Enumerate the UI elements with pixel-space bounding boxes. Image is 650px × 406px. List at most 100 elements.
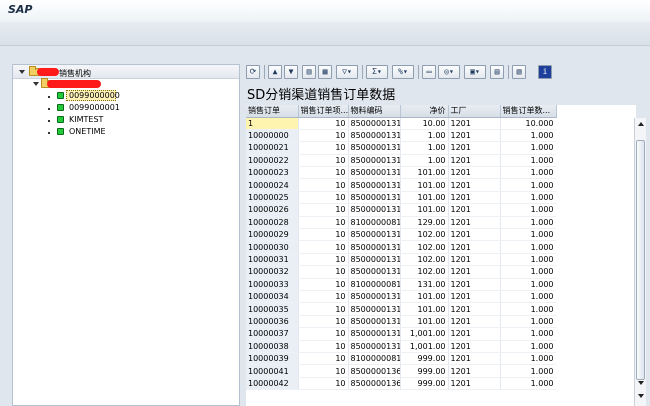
- find-next-icon[interactable]: ▦: [318, 65, 332, 79]
- cell-material[interactable]: 8500000131: [348, 117, 401, 130]
- cell-order-item[interactable]: 10: [298, 253, 349, 267]
- cell-net-price[interactable]: 101.00: [400, 166, 449, 180]
- table-row[interactable]: 10000038 10 8500000131 1,001.00 1201 1.000: [246, 340, 557, 353]
- sales-order-grid[interactable]: 销售订单 销售订单项... 物料编码 净价 工厂 销售订单数... 1 10 850…: [246, 105, 636, 406]
- cell-sales-order[interactable]: 10000037: [246, 327, 299, 341]
- scroll-end-icon[interactable]: [638, 394, 644, 398]
- export-icon[interactable]: ▣▾: [464, 65, 486, 79]
- tree-root-label[interactable]: 销售机构: [59, 68, 91, 79]
- cell-order-qty[interactable]: 1.000: [500, 278, 557, 291]
- cell-order-qty[interactable]: 1.000: [500, 191, 557, 205]
- cell-material[interactable]: 8500000131: [348, 178, 401, 192]
- cell-net-price[interactable]: 1.00: [400, 129, 449, 143]
- table-row[interactable]: 10000000 10 8500000131 1.00 1201 1.000: [246, 129, 557, 143]
- cell-order-item[interactable]: 10: [298, 352, 349, 366]
- table-row[interactable]: 10000037 10 8500000131 1,001.00 1201 1.000: [246, 327, 557, 341]
- table-row[interactable]: 10000042 10 8500000136 999.00 1201 1.000: [246, 377, 557, 391]
- cell-plant[interactable]: 1201: [448, 178, 501, 192]
- sum-icon[interactable]: Σ▾: [366, 65, 388, 79]
- cell-plant[interactable]: 1201: [448, 290, 501, 304]
- cell-net-price[interactable]: 101.00: [400, 315, 449, 329]
- cell-sales-order[interactable]: 10000021: [246, 141, 299, 155]
- cell-plant[interactable]: 1201: [448, 129, 501, 143]
- scroll-thumb[interactable]: [636, 140, 645, 380]
- cell-material[interactable]: 8500000131: [348, 166, 401, 180]
- cell-plant[interactable]: 1201: [448, 253, 501, 267]
- table-row[interactable]: 1 10 8500000131 10.00 1201 10.000: [246, 117, 557, 130]
- cell-material[interactable]: 8500000131: [348, 253, 401, 267]
- cell-plant[interactable]: 1201: [448, 340, 501, 353]
- cell-net-price[interactable]: 1,001.00: [400, 340, 449, 353]
- cell-order-item[interactable]: 10: [298, 340, 349, 353]
- cell-sales-order[interactable]: 10000041: [246, 364, 299, 378]
- cell-plant[interactable]: 1201: [448, 315, 501, 329]
- cell-plant[interactable]: 1201: [448, 117, 501, 130]
- find-icon[interactable]: ▥: [302, 65, 316, 79]
- cell-net-price[interactable]: 102.00: [400, 240, 449, 254]
- filter-icon[interactable]: ▼: [284, 65, 298, 79]
- cell-order-item[interactable]: 10: [298, 290, 349, 304]
- scroll-down-icon[interactable]: [638, 381, 644, 385]
- cell-sales-order[interactable]: 10000023: [246, 166, 299, 180]
- print-icon[interactable]: ▭: [422, 65, 436, 79]
- cell-material[interactable]: 8500000131: [348, 302, 401, 316]
- cell-sales-order[interactable]: 10000034: [246, 290, 299, 304]
- cell-material[interactable]: 8500000131: [348, 141, 401, 155]
- tree-item[interactable]: KIMTEST: [69, 115, 103, 124]
- cell-plant[interactable]: 1201: [448, 191, 501, 205]
- cell-net-price[interactable]: 10.00: [400, 117, 449, 130]
- cell-order-qty[interactable]: 1.000: [500, 166, 557, 180]
- table-row[interactable]: 10000021 10 8500000131 1.00 1201 1.000: [246, 141, 557, 155]
- cell-plant[interactable]: 1201: [448, 327, 501, 341]
- expand-node-icon[interactable]: [33, 82, 39, 86]
- col-header-sales-order[interactable]: 销售订单: [246, 105, 299, 118]
- cell-order-item[interactable]: 10: [298, 315, 349, 329]
- cell-order-qty[interactable]: 1.000: [500, 216, 557, 230]
- cell-material[interactable]: 8500000131: [348, 240, 401, 254]
- select-layout-icon[interactable]: ▧: [512, 65, 526, 79]
- cell-order-qty[interactable]: 1.000: [500, 178, 557, 192]
- cell-net-price[interactable]: 101.00: [400, 203, 449, 217]
- cell-net-price[interactable]: 101.00: [400, 290, 449, 304]
- cell-material[interactable]: 8500000136: [348, 364, 401, 378]
- col-header-order-item[interactable]: 销售订单项...: [298, 105, 349, 118]
- cell-plant[interactable]: 1201: [448, 166, 501, 180]
- cell-order-qty[interactable]: 1.000: [500, 154, 557, 168]
- cell-order-item[interactable]: 10: [298, 327, 349, 341]
- cell-order-qty[interactable]: 1.000: [500, 228, 557, 242]
- cell-order-qty[interactable]: 1.000: [500, 377, 557, 391]
- cell-sales-order[interactable]: 10000029: [246, 228, 299, 242]
- cell-plant[interactable]: 1201: [448, 302, 501, 316]
- cell-material[interactable]: 8500000131: [348, 290, 401, 304]
- cell-order-item[interactable]: 10: [298, 191, 349, 205]
- cell-order-item[interactable]: 10: [298, 154, 349, 168]
- cell-plant[interactable]: 1201: [448, 203, 501, 217]
- table-row[interactable]: 10000026 10 8500000131 101.00 1201 1.000: [246, 203, 557, 217]
- cell-order-qty[interactable]: 10.000: [500, 117, 557, 130]
- cell-material[interactable]: 8500000131: [348, 228, 401, 242]
- tree-item[interactable]: 0099000001: [69, 103, 120, 112]
- table-row[interactable]: 10000028 10 8100000081 129.00 1201 1.000: [246, 216, 557, 230]
- cell-order-qty[interactable]: 1.000: [500, 265, 557, 279]
- table-row[interactable]: 10000022 10 8500000131 1.00 1201 1.000: [246, 154, 557, 168]
- cell-material[interactable]: 8500000131: [348, 129, 401, 143]
- col-header-plant[interactable]: 工厂: [448, 105, 501, 118]
- cell-sales-order[interactable]: 10000033: [246, 278, 299, 291]
- cell-plant[interactable]: 1201: [448, 228, 501, 242]
- org-tree[interactable]: 销售机构 0099000000 0099000001 KIMTEST ONETI…: [12, 64, 240, 406]
- tree-item[interactable]: ONETIME: [69, 127, 106, 136]
- cell-net-price[interactable]: 102.00: [400, 253, 449, 267]
- cell-order-qty[interactable]: 1.000: [500, 352, 557, 366]
- table-row[interactable]: 10000024 10 8500000131 101.00 1201 1.000: [246, 178, 557, 192]
- col-header-net-price[interactable]: 净价: [400, 105, 449, 118]
- cell-order-qty[interactable]: 1.000: [500, 364, 557, 378]
- cell-net-price[interactable]: 101.00: [400, 302, 449, 316]
- filter-menu-icon[interactable]: ▽▾: [336, 65, 358, 79]
- cell-sales-order[interactable]: 10000032: [246, 265, 299, 279]
- cell-material[interactable]: 8500000131: [348, 203, 401, 217]
- table-row[interactable]: 10000030 10 8500000131 102.00 1201 1.000: [246, 240, 557, 254]
- cell-material[interactable]: 8500000131: [348, 265, 401, 279]
- cell-sales-order[interactable]: 10000036: [246, 315, 299, 329]
- cell-plant[interactable]: 1201: [448, 240, 501, 254]
- cell-plant[interactable]: 1201: [448, 352, 501, 366]
